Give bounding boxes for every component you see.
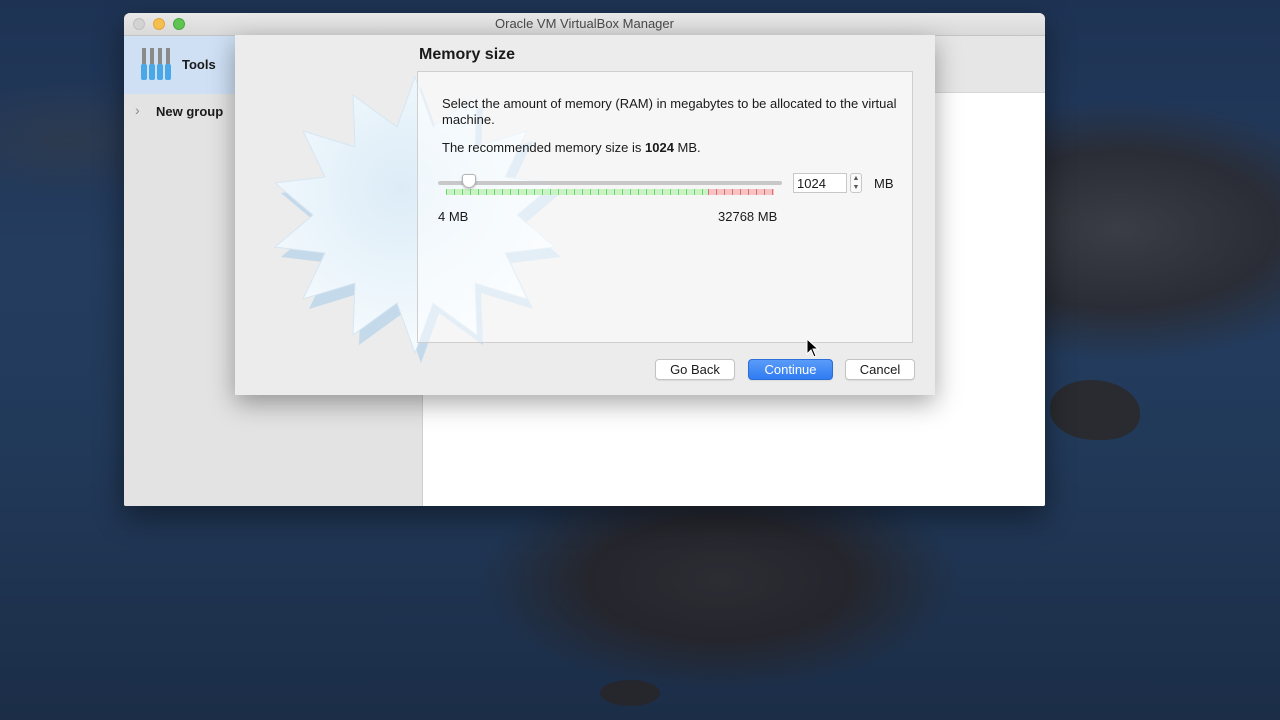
memory-settings-panel: Select the amount of memory (RAM) in meg…	[417, 71, 913, 343]
sidebar-item-tools[interactable]: Tools	[124, 36, 235, 94]
slider-warning-zone	[708, 189, 774, 195]
background-rock	[1050, 380, 1140, 440]
memory-slider[interactable]	[438, 174, 782, 198]
slider-safe-zone	[446, 189, 708, 195]
recommended-memory-text: The recommended memory size is 1024 MB.	[442, 140, 701, 155]
stepper-down-icon[interactable]: ▼	[851, 183, 861, 192]
slider-thumb[interactable]	[462, 174, 477, 188]
memory-description: Select the amount of memory (RAM) in meg…	[442, 96, 897, 127]
tools-icon	[141, 48, 171, 80]
slider-track[interactable]	[438, 181, 782, 185]
memory-stepper[interactable]: ▲ ▼	[850, 173, 862, 193]
slider-max-label: 32768 MB	[718, 209, 778, 224]
dialog-title: Memory size	[419, 46, 516, 63]
recommended-value: 1024	[645, 140, 674, 155]
recommended-prefix: The recommended memory size is	[442, 140, 646, 155]
memory-unit-label: MB	[874, 176, 894, 191]
window-title: Oracle VM VirtualBox Manager	[495, 16, 674, 31]
background-rock-bottom	[600, 680, 660, 706]
create-vm-wizard-dialog: Memory size Select the amount of memory …	[235, 35, 935, 395]
maximize-window-button[interactable]	[173, 18, 185, 30]
memory-size-input[interactable]	[793, 173, 847, 193]
minimize-window-button[interactable]	[153, 18, 165, 30]
slider-min-label: 4 MB	[438, 209, 469, 224]
chevron-right-icon[interactable]: ›	[135, 102, 140, 118]
sidebar-item-new-group[interactable]: › New group	[124, 97, 235, 127]
cursor-icon	[806, 338, 820, 358]
tools-label: Tools	[182, 57, 216, 72]
group-label: New group	[156, 104, 224, 119]
stepper-up-icon[interactable]: ▲	[851, 174, 861, 183]
close-window-button[interactable]	[133, 18, 145, 30]
continue-button[interactable]: Continue	[748, 359, 833, 380]
title-bar[interactable]: Oracle VM VirtualBox Manager	[124, 13, 1045, 36]
go-back-button[interactable]: Go Back	[655, 359, 735, 380]
cancel-button[interactable]: Cancel	[845, 359, 915, 380]
recommended-suffix: MB.	[673, 140, 701, 155]
